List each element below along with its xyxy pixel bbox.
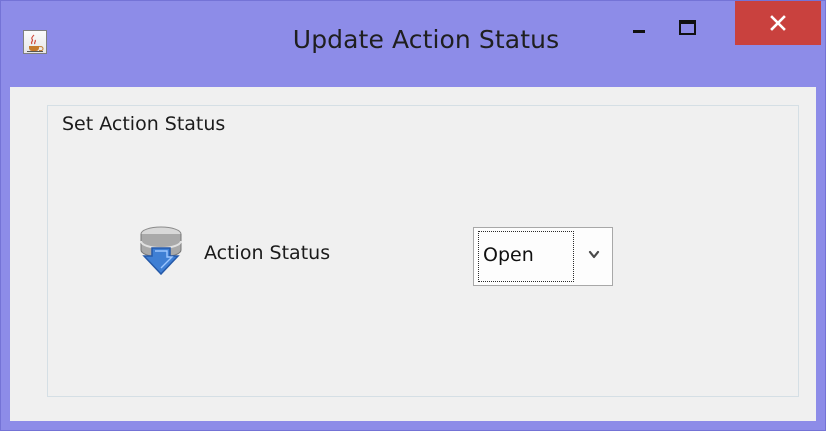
action-status-dropdown[interactable]: Open (473, 227, 613, 286)
dialog-window: Update Action Status Set Action Status A… (0, 0, 826, 431)
close-button[interactable] (735, 1, 821, 45)
group-title: Set Action Status (59, 113, 229, 135)
close-icon (770, 15, 786, 31)
minimize-button[interactable] (619, 11, 659, 45)
chevron-down-icon[interactable] (584, 245, 604, 265)
database-download-icon (135, 223, 187, 276)
action-status-label: Action Status (204, 242, 331, 264)
maximize-icon (679, 20, 696, 35)
dialog-content: Set Action Status Action Status Open (10, 87, 816, 421)
maximize-button[interactable] (667, 11, 709, 45)
title-bar[interactable]: Update Action Status (1, 1, 825, 87)
action-status-selected-value: Open (478, 231, 574, 282)
minimize-icon (633, 30, 645, 33)
